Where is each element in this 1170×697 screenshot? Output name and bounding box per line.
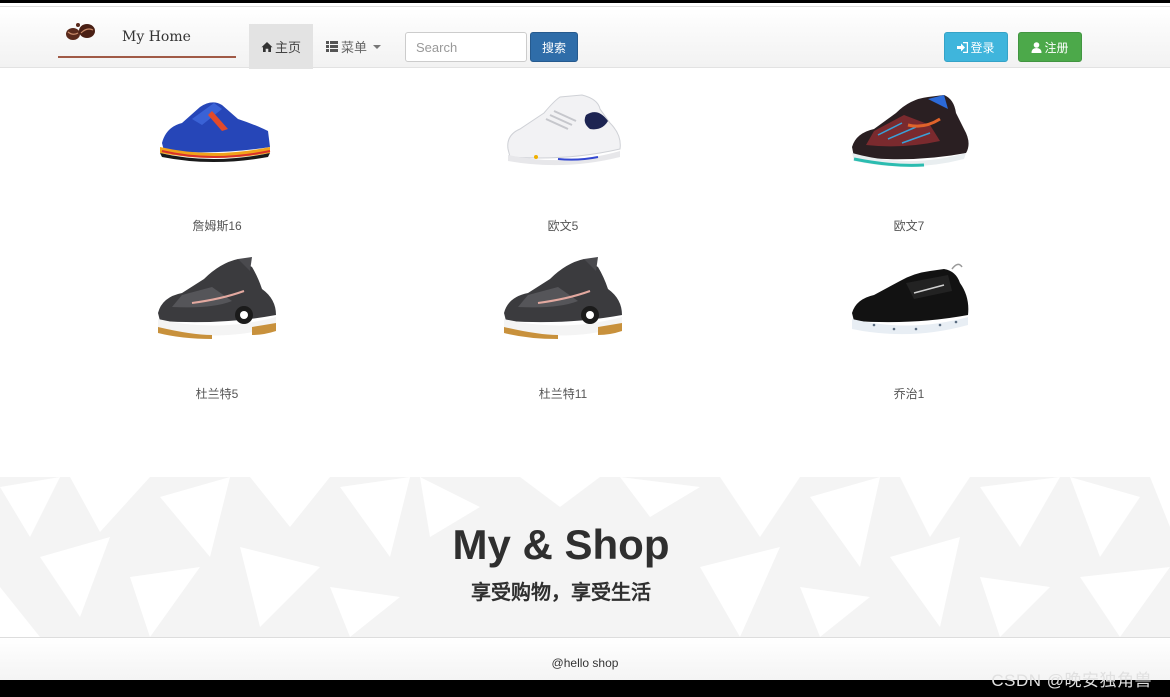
banner-subtitle: 享受购物，享受生活	[471, 582, 651, 604]
caret-down-icon	[373, 44, 382, 49]
product-name: 欧文7	[893, 219, 925, 233]
product-card[interactable]: 欧文5	[463, 85, 663, 245]
nav-menu-dropdown[interactable]: 菜单	[326, 24, 382, 69]
product-card[interactable]: 乔治1	[809, 253, 1009, 413]
shoe-image	[504, 257, 622, 339]
nav-home-label: 主页	[274, 40, 301, 55]
banner-title: My & Shop	[452, 521, 670, 568]
product-name: 杜兰特11	[538, 387, 588, 401]
shoe-image	[852, 95, 969, 167]
register-label: 注册	[1044, 40, 1069, 55]
register-button[interactable]: 注册	[1018, 32, 1082, 62]
search-button[interactable]: 搜索	[530, 32, 578, 62]
product-card[interactable]: 欧文7	[809, 85, 1009, 245]
nav-menu-label: 菜单	[341, 40, 368, 55]
product-card[interactable]: 杜兰特5	[117, 253, 317, 413]
user-icon	[1031, 41, 1042, 53]
navbar: My Home 主页 菜单 搜索 登录	[0, 6, 1170, 69]
product-card[interactable]: 杜兰特11	[463, 253, 663, 413]
watermark-text: CSDN @晚安独角兽	[991, 671, 1152, 690]
nav-home[interactable]: 主页	[249, 24, 313, 69]
hero-banner: My & Shop 享受购物，享受生活	[0, 477, 1170, 637]
shoe-image	[158, 257, 276, 339]
list-icon	[326, 41, 338, 52]
login-icon	[957, 41, 969, 53]
shoe-image	[852, 263, 969, 335]
coffee-beans-icon	[66, 23, 95, 40]
product-name: 杜兰特5	[195, 387, 239, 401]
login-button[interactable]: 登录	[944, 32, 1008, 62]
home-icon	[261, 41, 273, 52]
shoe-image	[507, 94, 621, 166]
brand-logo[interactable]: My Home	[58, 17, 236, 58]
brand-text: My Home	[122, 29, 191, 45]
search-input[interactable]	[405, 32, 527, 62]
footer-text: @hello shop	[551, 656, 619, 670]
product-name: 欧文5	[547, 219, 579, 233]
page: My Home 主页 菜单 搜索 登录	[0, 3, 1170, 680]
product-name: 詹姆斯16	[192, 219, 242, 233]
product-card[interactable]: 詹姆斯16	[117, 85, 317, 245]
product-name: 乔治1	[893, 387, 925, 401]
shoe-image	[160, 102, 271, 162]
login-label: 登录	[970, 40, 995, 55]
